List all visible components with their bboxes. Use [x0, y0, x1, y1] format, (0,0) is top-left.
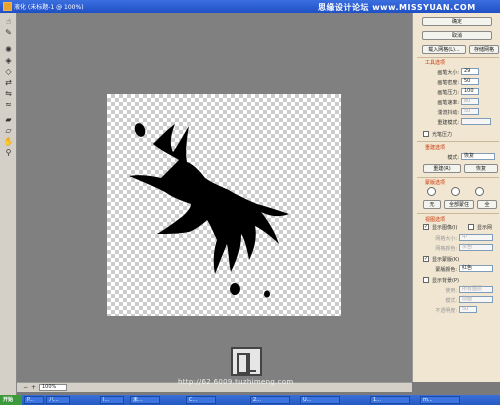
ok-button[interactable]: 确定 — [422, 17, 492, 26]
taskbar-item[interactable]: C... — [186, 396, 216, 404]
brush-rate-label: 画笔速率: — [437, 100, 459, 106]
view-options-title: 视图选项 — [425, 217, 446, 223]
cancel-button[interactable]: 取消 — [422, 31, 492, 40]
mask-all-button[interactable]: 全部蒙住 — [444, 200, 474, 209]
brush-pressure-label: 画笔压力: — [437, 90, 459, 96]
photoshop-icon — [3, 2, 12, 11]
reconstruct-button[interactable]: 重建(R) — [423, 164, 461, 173]
options-panel: 确定 取消 载入网格(L)... 存储网格 工具选项 画笔大小: 29 画笔密度… — [412, 13, 500, 382]
reconstruct-mode-label: 重建模式: — [437, 120, 459, 126]
stylus-pressure-label: 光笔压力 — [432, 132, 453, 138]
mask-color-select[interactable]: 红色 — [459, 265, 493, 272]
twirl-icon[interactable]: ✺ — [3, 44, 14, 54]
turbulent-jitter-input[interactable]: 50 — [461, 108, 479, 115]
mask-add-icon[interactable] — [451, 187, 460, 196]
mirror-icon[interactable]: ⇋ — [3, 88, 14, 98]
reconstruct-mode-select[interactable] — [461, 118, 491, 125]
load-mesh-button[interactable]: 载入网格(L)... — [422, 45, 466, 54]
show-backdrop-label: 显示背景(P) — [432, 278, 459, 284]
zoom-in-icon[interactable]: + — [28, 383, 39, 392]
show-image-label: 显示图像(I) — [432, 225, 458, 231]
zoom-level-select[interactable]: 100% — [39, 384, 67, 391]
reconstruct-icon[interactable]: ✎ — [3, 27, 14, 37]
ink-splatter-image — [129, 123, 289, 298]
title-bar: 液化 (未标题-1 @ 100%) 思缘设计论坛 www.MISSYUAN.CO… — [0, 0, 500, 13]
mask-subtract-icon[interactable] — [475, 187, 484, 196]
mask-color-label: 蒙版颜色: — [435, 267, 457, 273]
brush-pressure-input[interactable]: 100 — [461, 88, 479, 95]
thaw-mask-icon[interactable]: ▱ — [3, 125, 14, 135]
divider — [417, 177, 499, 178]
backdrop-opacity-label: 不透明度: — [435, 308, 457, 314]
backdrop-opacity-input[interactable]: 50 — [459, 306, 477, 313]
invert-all-button[interactable]: 全 — [477, 200, 497, 209]
liquify-toolbox: ☝ ✎ ✺ ◈ ◇ ⇄ ⇋ ≈ ▰ ▱ ✋ ⚲ — [0, 13, 17, 395]
site-watermark: 思缘设计论坛 www.MISSYUAN.COM — [318, 3, 476, 12]
freeze-mask-icon[interactable]: ▰ — [3, 114, 14, 124]
taskbar-item[interactable]: I... — [100, 396, 124, 404]
backdrop-use-select[interactable]: 所有图层 — [459, 286, 493, 293]
mesh-size-label: 网格大小: — [435, 236, 457, 242]
taskbar-item[interactable]: P... — [24, 396, 44, 404]
mask-options-title: 蒙版选项 — [425, 180, 446, 186]
brush-density-input[interactable]: 50 — [461, 78, 479, 85]
bloat-icon[interactable]: ◇ — [3, 66, 14, 76]
taskbar-item[interactable]: m... — [420, 396, 460, 404]
start-button[interactable]: 开始 — [0, 395, 22, 405]
backdrop-use-label: 使用: — [445, 288, 457, 294]
stylus-pressure-checkbox[interactable] — [423, 131, 429, 137]
show-image-checkbox[interactable]: ✓ — [423, 224, 429, 230]
brush-size-input[interactable]: 29 — [461, 68, 479, 75]
mesh-color-label: 网格颜色: — [435, 246, 457, 252]
mesh-color-select[interactable]: 灰色 — [459, 244, 493, 251]
backdrop-mode-select[interactable]: 前面 — [459, 296, 493, 303]
hand-icon[interactable]: ✋ — [3, 136, 14, 146]
taskbar-item[interactable]: 2... — [250, 396, 290, 404]
preview-canvas[interactable] — [17, 13, 412, 382]
taskbar: 开始 P... 八... I... 未... C... 2... U... 1.… — [0, 395, 500, 405]
divider — [417, 57, 499, 58]
save-mesh-button[interactable]: 存储网格 — [469, 45, 499, 54]
brush-rate-input[interactable]: 80 — [461, 98, 479, 105]
show-mask-checkbox[interactable]: ✓ — [423, 256, 429, 262]
tool-options-title: 工具选项 — [425, 60, 446, 66]
mask-none-button[interactable]: 无 — [423, 200, 441, 209]
taskbar-item[interactable]: 八... — [46, 396, 70, 404]
show-mesh-checkbox[interactable] — [468, 224, 474, 230]
window-title: 液化 (未标题-1 @ 100%) — [14, 4, 84, 11]
seal-stamp — [231, 347, 262, 376]
url-watermark: http://62.6009.tuzhimeng.com — [178, 378, 294, 386]
document-preview[interactable] — [107, 94, 341, 316]
reconstruct-mode-dropdown[interactable]: 恢复 — [461, 153, 495, 160]
mask-replace-icon[interactable] — [427, 187, 436, 196]
turbulent-jitter-label: 湍流抖动: — [437, 110, 459, 116]
show-mask-label: 显示蒙版(K) — [432, 257, 460, 263]
warp-icon[interactable]: ☝ — [3, 16, 14, 26]
backdrop-mode-label: 模式: — [445, 298, 457, 304]
taskbar-item[interactable]: 未... — [130, 396, 160, 404]
taskbar-item[interactable]: U... — [300, 396, 340, 404]
taskbar-item[interactable]: 1... — [370, 396, 410, 404]
divider — [417, 213, 499, 214]
push-left-icon[interactable]: ⇄ — [3, 77, 14, 87]
restore-all-button[interactable]: 恢复 — [464, 164, 498, 173]
reconstruct-mode-label-2: 模式: — [447, 155, 459, 161]
mesh-size-select[interactable]: 中 — [459, 234, 493, 241]
zoom-icon[interactable]: ⚲ — [3, 147, 14, 157]
pucker-icon[interactable]: ◈ — [3, 55, 14, 65]
brush-size-label: 画笔大小: — [437, 70, 459, 76]
divider — [417, 141, 499, 142]
turbulence-icon[interactable]: ≈ — [3, 99, 14, 109]
brush-density-label: 画笔密度: — [437, 80, 459, 86]
show-mesh-label: 显示网 — [477, 225, 493, 231]
reconstruct-options-title: 重建选项 — [425, 145, 446, 151]
show-backdrop-checkbox[interactable] — [423, 277, 429, 283]
